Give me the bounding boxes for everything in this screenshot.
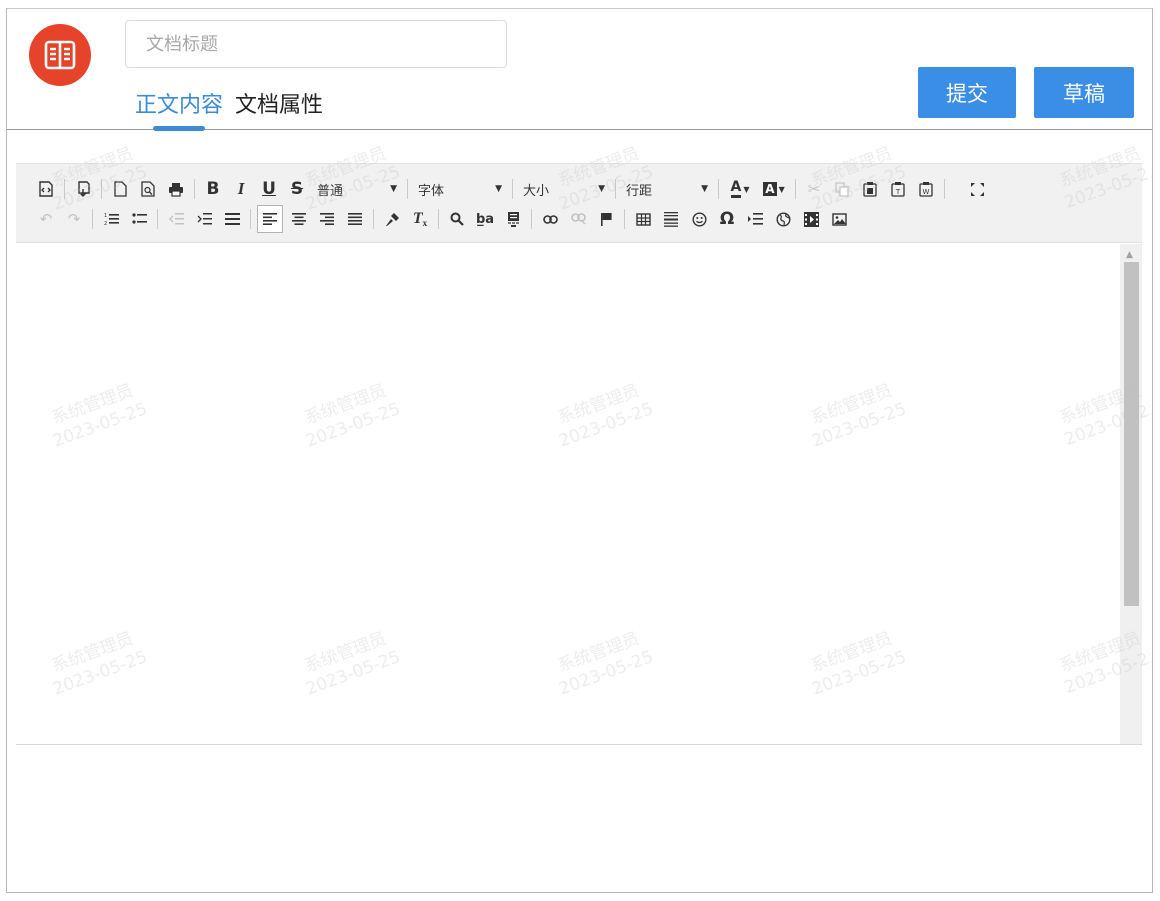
undo-icon[interactable]: ↶ xyxy=(34,207,58,231)
paragraph-format-value: 普通 xyxy=(317,183,344,199)
align-justify-icon[interactable] xyxy=(343,207,367,231)
page-break-icon[interactable] xyxy=(501,207,525,231)
toolbar-separator xyxy=(624,209,625,229)
source-code-icon[interactable] xyxy=(34,177,58,201)
link-icon[interactable] xyxy=(538,207,562,231)
toolbar-separator xyxy=(615,179,616,199)
toolbar-separator xyxy=(92,209,93,229)
video-icon[interactable] xyxy=(799,207,823,231)
image-icon[interactable] xyxy=(827,207,851,231)
draft-button[interactable]: 草稿 xyxy=(1034,67,1134,118)
editor-toolbar: B I U S 普通 ▼ 字体 ▼ 大小 ▼ 行距 ▼ A ▼ A ▼ ✂ T … xyxy=(16,164,1142,243)
chevron-down-icon: ▼ xyxy=(495,184,502,194)
book-icon xyxy=(29,24,91,86)
toolbar-separator xyxy=(101,179,102,199)
toolbar-separator xyxy=(944,179,945,199)
toolbar-separator xyxy=(531,209,532,229)
find-replace-icon[interactable]: b̲a xyxy=(473,207,497,231)
document-editor-window: 正文内容 文档属性 提交 草稿 xyxy=(6,8,1154,893)
paste-icon[interactable] xyxy=(858,177,882,201)
toolbar-separator xyxy=(512,179,513,199)
toolbar-row-2: ↶ ↷ 12 T x b̲a Ω xyxy=(34,205,855,233)
toolbar-separator xyxy=(64,179,65,199)
editor-content-area[interactable] xyxy=(16,244,1120,744)
line-height-select[interactable]: 行距 ▼ xyxy=(622,177,712,201)
background-color-icon[interactable]: A ▼ xyxy=(759,177,789,201)
toolbar-separator xyxy=(373,209,374,229)
italic-icon[interactable]: I xyxy=(229,177,253,201)
paste-word-icon[interactable]: W xyxy=(914,177,938,201)
redo-icon[interactable]: ↷ xyxy=(62,207,86,231)
search-icon[interactable] xyxy=(445,207,469,231)
scroll-thumb[interactable] xyxy=(1124,262,1139,606)
toolbar-row-1: B I U S 普通 ▼ 字体 ▼ 大小 ▼ 行距 ▼ A ▼ A ▼ ✂ T … xyxy=(34,177,993,201)
font-family-select[interactable]: 字体 ▼ xyxy=(414,177,506,201)
table-icon[interactable] xyxy=(631,207,655,231)
font-family-value: 字体 xyxy=(418,183,445,199)
toolbar-separator xyxy=(157,209,158,229)
toolbar-separator xyxy=(250,209,251,229)
tab-document-properties[interactable]: 文档属性 xyxy=(235,91,323,127)
align-left-icon[interactable] xyxy=(257,205,283,233)
horizontal-rule-icon[interactable] xyxy=(659,207,683,231)
indent-icon[interactable] xyxy=(192,207,216,231)
strikethrough-icon[interactable]: S xyxy=(285,177,309,201)
underline-icon[interactable]: U xyxy=(257,177,281,201)
clear-format-icon[interactable]: Tx xyxy=(408,207,432,231)
anchor-flag-icon[interactable] xyxy=(594,207,618,231)
print-icon[interactable] xyxy=(164,177,188,201)
toolbar-separator xyxy=(194,179,195,199)
font-size-value: 大小 xyxy=(523,183,550,199)
svg-text:2: 2 xyxy=(104,221,107,226)
align-right-icon[interactable] xyxy=(315,207,339,231)
toolbar-separator xyxy=(438,209,439,229)
paste-text-icon[interactable]: T xyxy=(886,177,910,201)
svg-text:1: 1 xyxy=(104,213,107,219)
paragraph-format-select[interactable]: 普通 ▼ xyxy=(313,177,401,201)
chevron-down-icon: ▼ xyxy=(598,184,605,194)
preview-icon[interactable] xyxy=(136,177,160,201)
submit-button[interactable]: 提交 xyxy=(918,67,1016,118)
header: 正文内容 文档属性 提交 草稿 xyxy=(7,9,1152,131)
unlink-icon[interactable] xyxy=(566,207,590,231)
save-draft-icon[interactable] xyxy=(71,177,95,201)
document-title-input[interactable] xyxy=(125,20,507,68)
rich-text-editor: B I U S 普通 ▼ 字体 ▼ 大小 ▼ 行距 ▼ A ▼ A ▼ ✂ T … xyxy=(16,163,1142,745)
tab-body-content[interactable]: 正文内容 xyxy=(135,91,223,131)
new-document-icon[interactable] xyxy=(108,177,132,201)
fullscreen-icon[interactable] xyxy=(965,177,989,201)
font-size-select[interactable]: 大小 ▼ xyxy=(519,177,609,201)
editor-scrollbar[interactable]: ▲ xyxy=(1120,244,1142,744)
chevron-down-icon: ▼ xyxy=(701,184,708,194)
line-height-value: 行距 xyxy=(626,183,653,199)
globe-icon[interactable] xyxy=(771,207,795,231)
bold-icon[interactable]: B xyxy=(201,177,225,201)
toolbar-separator xyxy=(718,179,719,199)
insert-toc-icon[interactable] xyxy=(743,207,767,231)
toolbar-separator xyxy=(795,179,796,199)
tab-bar: 正文内容 文档属性 xyxy=(135,91,323,131)
chevron-down-icon: ▼ xyxy=(390,184,397,194)
paragraph-spacing-icon[interactable] xyxy=(220,207,244,231)
copy-icon[interactable] xyxy=(830,177,854,201)
bullet-list-icon[interactable] xyxy=(127,207,151,231)
special-character-icon[interactable]: Ω xyxy=(715,207,739,231)
emoji-icon[interactable] xyxy=(687,207,711,231)
outdent-icon[interactable] xyxy=(164,207,188,231)
svg-text:W: W xyxy=(923,188,930,196)
font-color-icon[interactable]: A ▼ xyxy=(725,177,755,201)
numbered-list-icon[interactable]: 12 xyxy=(99,207,123,231)
align-center-icon[interactable] xyxy=(287,207,311,231)
toolbar-separator xyxy=(407,179,408,199)
cut-icon[interactable]: ✂ xyxy=(802,177,826,201)
format-painter-icon[interactable] xyxy=(380,207,404,231)
scroll-up-icon[interactable]: ▲ xyxy=(1126,250,1133,260)
svg-text:T: T xyxy=(895,188,901,196)
